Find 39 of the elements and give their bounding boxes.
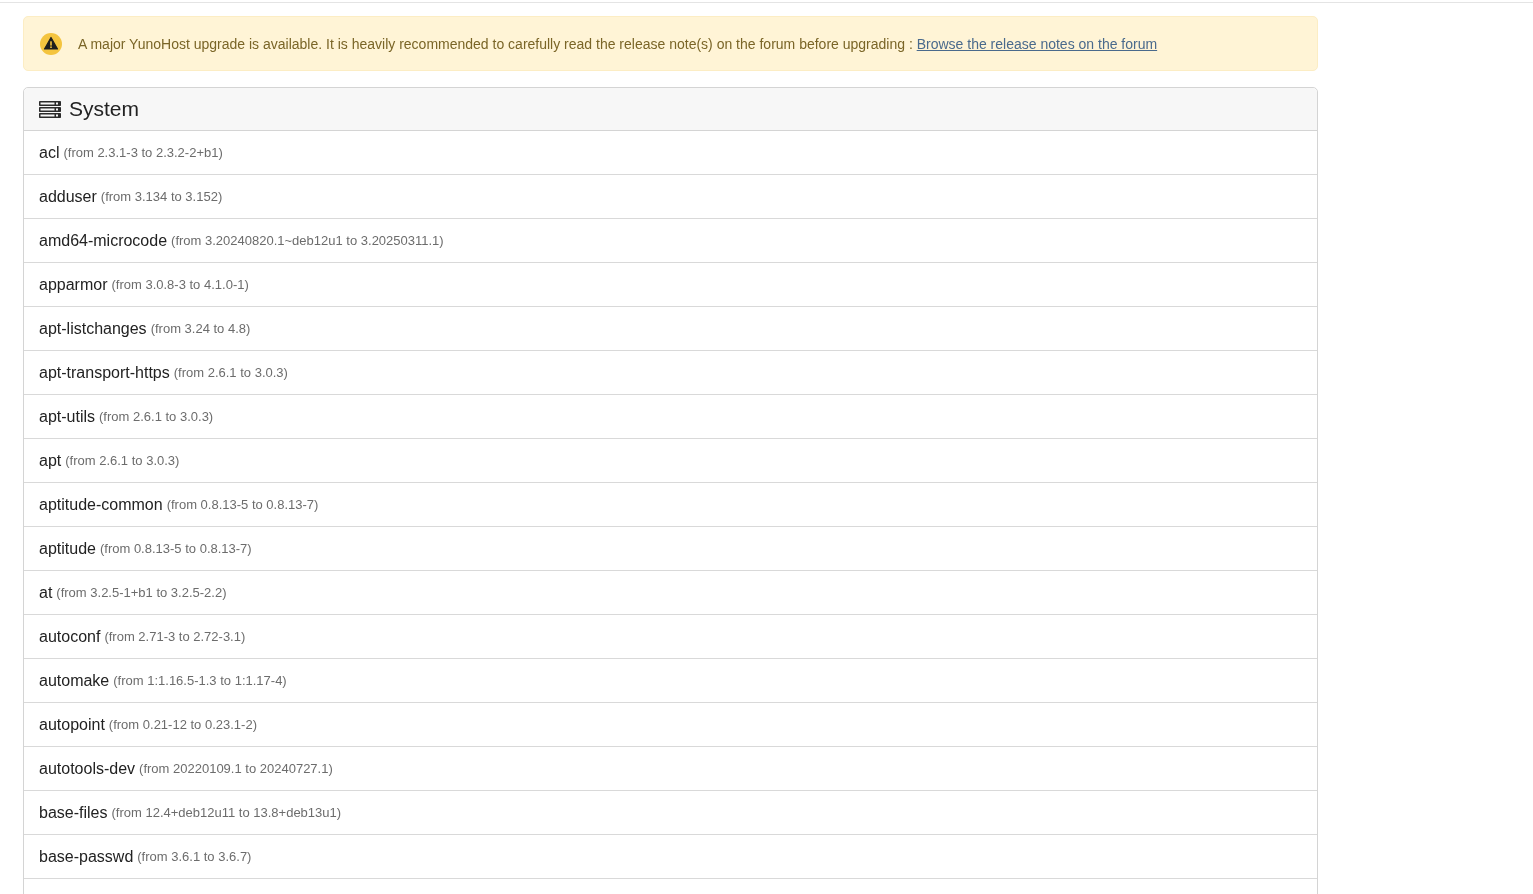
package-name: automake — [39, 671, 110, 690]
package-name: amd64-microcode — [39, 231, 168, 250]
package-name: base-passwd — [39, 847, 134, 866]
version-change: (from 3.20240820.1~deb12u1 to 3.20250311.1) — [171, 233, 444, 248]
package-name: apt-utils — [39, 407, 96, 426]
version-change: (from 2.6.1 to 3.0.3) — [99, 409, 214, 424]
version-change: (from 3.6.1 to 3.6.7) — [137, 849, 252, 864]
version-change: (from 3.2.5-1+b1 to 3.2.5-2.2) — [56, 585, 227, 600]
package-name: aptitude — [39, 539, 96, 558]
package-name: apt-transport-https — [39, 363, 170, 382]
package-name: autopoint — [39, 715, 105, 734]
version-change: (from 3.24 to 4.8) — [150, 321, 251, 336]
version-change: (from 2.6.1 to 3.0.3) — [65, 453, 180, 468]
package-name: autotools-dev — [39, 759, 136, 778]
version-change: (from 0.8.13-5 to 0.8.13-7) — [99, 541, 252, 556]
package-name: autoconf — [39, 627, 101, 646]
package-name: apparmor — [39, 275, 108, 294]
package-name: apt — [39, 451, 62, 470]
release-notes-link[interactable]: Browse the release notes on the forum — [916, 35, 1158, 52]
version-change: (from 1:1.16.5-1.3 to 1:1.17-4) — [113, 673, 287, 688]
warning-icon — [40, 32, 62, 55]
package-name: at — [39, 583, 53, 602]
version-change: (from 2.3.1-3 to 2.3.2-2+b1) — [63, 145, 223, 160]
version-change: (from 3.0.8-3 to 4.1.0-1) — [111, 277, 249, 292]
alert-message: A major YunoHost upgrade is available. It is heavily recommended to carefully read the release note(s) on the forum before upgrading : Browse the release notes on the forum — [78, 35, 1158, 52]
version-change: (from 2.6.1 to 3.0.3) — [173, 365, 288, 380]
version-change: (from 12.4+deb12u11 to 13.8+deb13u1) — [111, 805, 342, 820]
package-name: base-files — [39, 803, 108, 822]
server-icon — [39, 100, 61, 118]
version-change: (from 0.8.13-5 to 0.8.13-7) — [166, 497, 319, 512]
version-change: (from 20220109.1 to 20240727.1) — [139, 761, 333, 776]
package-name: aptitude-common — [39, 495, 163, 514]
version-change: (from 3.134 to 3.152) — [100, 189, 223, 204]
package-name: adduser — [39, 187, 97, 206]
package-name: acl — [39, 143, 60, 162]
version-change: (from 0.21-12 to 0.23.1-2) — [108, 717, 257, 732]
package-name: apt-listchanges — [39, 319, 147, 338]
section-title: System — [69, 97, 139, 121]
version-change: (from 2.71-3 to 2.72-3.1) — [104, 629, 246, 644]
